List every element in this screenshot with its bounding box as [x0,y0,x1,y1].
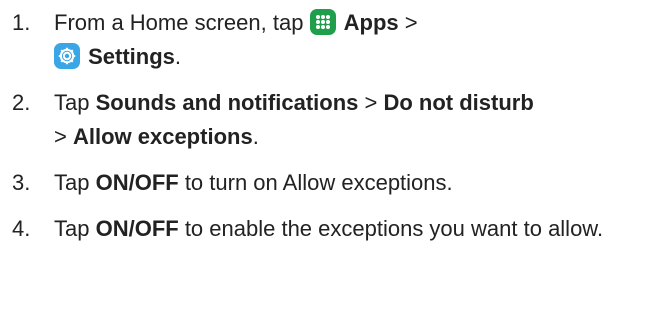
step-number: 1. [12,10,31,35]
apps-icon [309,9,336,35]
separator: > [398,10,418,35]
step-4: 4. Tap ON/OFF to enable the exceptions y… [12,212,662,246]
step-text: to enable the exceptions you want to all… [178,216,604,241]
step-3: 3. Tap ON/OFF to turn on Allow exception… [12,166,662,200]
step-2: 2. Tap Sounds and notifications > Do not… [12,86,662,154]
step-number: 3. [12,170,31,195]
apps-label: Apps [343,10,399,35]
period: . [174,44,182,69]
settings-icon [54,43,80,69]
allow-exceptions-label: Allow exceptions [72,124,253,149]
instruction-steps: 1. From a Home screen, tap Apps > Settin… [12,6,662,258]
step-text: to turn on Allow exceptions. [178,170,453,195]
step-1: 1. From a Home screen, tap Apps > Settin… [12,6,662,74]
period: . [252,124,259,149]
step-text: Tap [54,216,96,241]
settings-label: Settings [88,44,175,69]
separator: > [358,90,384,115]
on-off-label: ON/OFF [95,170,179,195]
do-not-disturb-label: Do not disturb [383,90,534,115]
on-off-label: ON/OFF [95,216,179,241]
step-text: Tap [54,90,96,115]
step-text: Tap [54,170,96,195]
step-number: 4. [12,216,31,241]
step-text: From a Home screen, tap [54,10,310,35]
separator: > [54,124,73,149]
sounds-notifications-label: Sounds and notifications [95,90,359,115]
step-number: 2. [12,90,31,115]
